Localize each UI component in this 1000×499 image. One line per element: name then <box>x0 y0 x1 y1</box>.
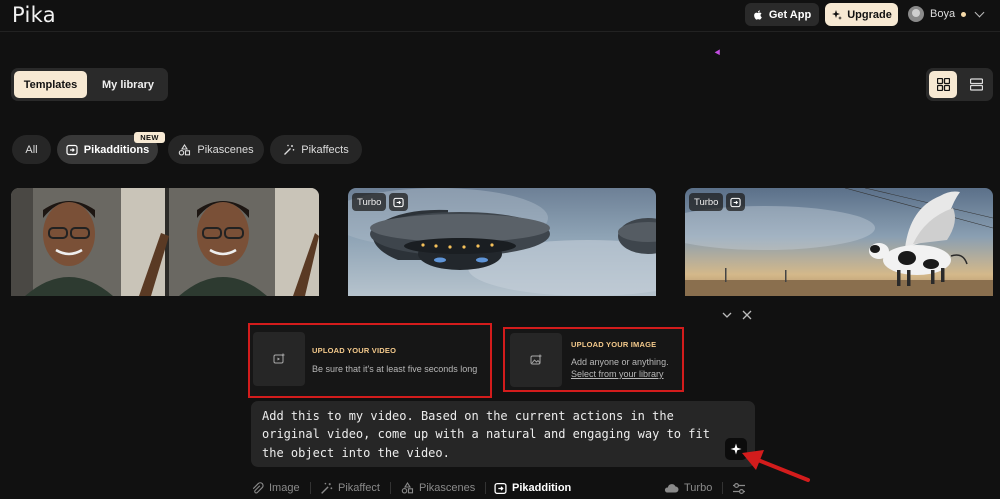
select-from-library-link[interactable]: Select from your library <box>571 369 664 379</box>
pikaddition-badge-icon <box>726 193 745 211</box>
toolbar-divider <box>310 482 311 494</box>
sparkle-icon <box>832 9 843 20</box>
pika-logo[interactable]: Pika <box>12 3 56 27</box>
turbo-badge: Turbo <box>689 193 724 211</box>
paperclip-icon <box>252 481 264 493</box>
new-badge: NEW <box>134 132 165 143</box>
close-icon[interactable] <box>741 309 753 321</box>
list-view-button[interactable] <box>962 71 990 98</box>
avatar <box>908 6 924 22</box>
toolbar-pikascenes-label: Pikascenes <box>419 482 476 494</box>
pikaddition-badge-icon <box>389 193 408 211</box>
upload-image-thumb <box>510 333 562 387</box>
template-card-ufo[interactable]: Turbo <box>348 188 656 296</box>
category-pikascenes-label: Pikascenes <box>197 143 254 156</box>
video-upload-icon <box>273 353 285 364</box>
collapse-chevron-icon[interactable] <box>722 310 732 320</box>
upload-video-thumb <box>253 332 305 386</box>
prompt-textarea[interactable]: Add this to my video. Based on the curre… <box>251 401 755 467</box>
view-toggle <box>926 68 993 101</box>
get-app-label: Get App <box>768 8 812 21</box>
apple-icon <box>753 9 762 20</box>
user-menu[interactable]: Boya <box>908 4 985 24</box>
sliders-icon <box>733 482 745 494</box>
toolbar-turbo-label: Turbo <box>684 482 713 494</box>
category-all[interactable]: All <box>12 135 51 164</box>
upload-image-subtitle: Add anyone or anything. <box>571 357 669 367</box>
toolbar-divider <box>722 482 723 494</box>
shapes-icon <box>401 482 414 494</box>
tab-my-library[interactable]: My library <box>91 71 165 98</box>
toolbar-image-label: Image <box>269 482 300 494</box>
upload-image-title: UPLOAD YOUR IMAGE <box>571 340 657 349</box>
shapes-icon <box>179 143 191 156</box>
upload-video-title: UPLOAD YOUR VIDEO <box>312 346 397 355</box>
mouse-cursor-icon <box>714 49 723 57</box>
grid-icon <box>936 78 950 91</box>
notification-dot <box>961 11 967 17</box>
card-thumbnail <box>11 188 319 296</box>
upload-video-dropzone[interactable]: UPLOAD YOUR VIDEO Be sure that it's at l… <box>248 323 492 398</box>
category-pikaffects[interactable]: Pikaffects <box>270 135 362 164</box>
pikaddition-icon <box>66 144 78 155</box>
template-card-person[interactable] <box>11 188 319 296</box>
pikaddition-icon <box>494 482 507 494</box>
toolbar-pikaffect[interactable]: Pikaffect <box>320 480 380 496</box>
category-pikascenes[interactable]: Pikascenes <box>168 135 264 164</box>
toolbar-settings[interactable] <box>732 480 746 496</box>
category-pikadditions-label: Pikadditions <box>83 143 150 156</box>
upload-image-dropzone[interactable]: UPLOAD YOUR IMAGE Add anyone or anything… <box>503 327 684 392</box>
cloud-icon <box>664 484 679 493</box>
chevron-down-icon <box>974 7 985 17</box>
library-tabs: Templates My library <box>11 68 168 101</box>
toolbar-divider <box>485 482 486 494</box>
grid-view-button[interactable] <box>929 71 957 98</box>
red-arrow-annotation <box>742 450 810 482</box>
toolbar-pikascenes[interactable]: Pikascenes <box>401 480 475 496</box>
tab-templates[interactable]: Templates <box>14 71 87 98</box>
magic-wand-icon <box>321 482 333 494</box>
magic-wand-icon <box>284 144 295 155</box>
category-pikaffects-label: Pikaffects <box>301 143 349 156</box>
image-upload-icon <box>530 354 542 365</box>
pikaddition-panel <box>0 296 1000 499</box>
get-app-button[interactable]: Get App <box>745 3 819 26</box>
rows-icon <box>969 78 983 91</box>
toolbar-divider <box>390 482 391 494</box>
toolbar-pikaddition-label: Pikaddition <box>512 482 572 494</box>
upgrade-button[interactable]: Upgrade <box>825 3 898 26</box>
user-name: Boya <box>930 8 956 20</box>
toolbar-pikaddition[interactable]: Pikaddition <box>494 480 571 496</box>
template-card-flying-cow[interactable]: Turbo <box>685 188 993 296</box>
toolbar-image[interactable]: Image <box>251 480 300 496</box>
upload-video-subtitle: Be sure that it's at least five seconds … <box>312 364 478 374</box>
top-header: Pika Get App Upgrade Boya <box>0 0 1000 32</box>
turbo-badge: Turbo <box>352 193 387 211</box>
prompt-text[interactable]: Add this to my video. Based on the curre… <box>262 407 722 462</box>
toolbar-turbo[interactable]: Turbo <box>663 480 712 496</box>
upgrade-label: Upgrade <box>847 8 892 21</box>
toolbar-pikaffect-label: Pikaffect <box>338 482 380 494</box>
